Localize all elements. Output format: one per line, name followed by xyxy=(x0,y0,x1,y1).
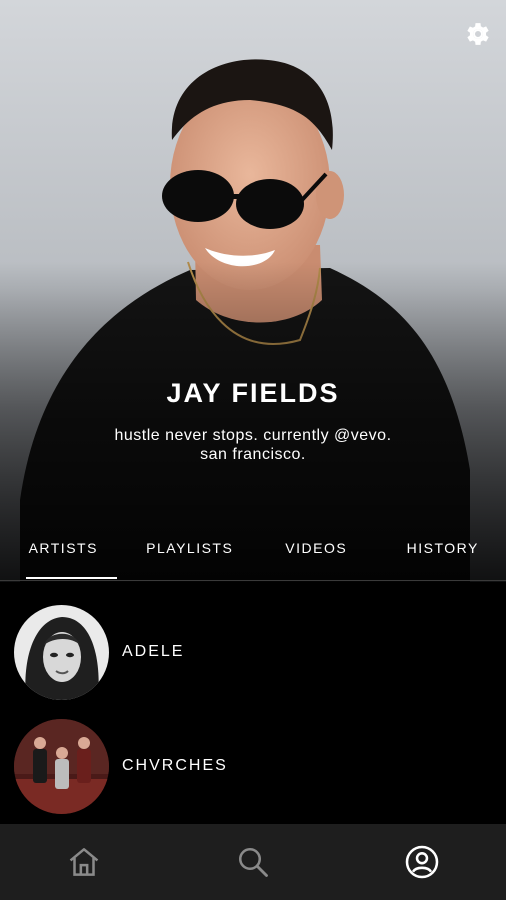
tab-videos[interactable]: VIDEOS xyxy=(253,528,380,582)
chvrches-portrait xyxy=(14,718,109,814)
home-icon xyxy=(70,848,99,876)
artist-list: ADELE CHVRCHES xyxy=(0,582,506,824)
nav-profile-button[interactable] xyxy=(337,824,506,900)
list-item-adele[interactable]: ADELE xyxy=(0,596,506,708)
profile-name: JAY FIELDS xyxy=(166,378,340,408)
profile-tabs: ARTISTS PLAYLISTS VIDEOS HISTORY xyxy=(0,528,506,582)
artist-name: CHVRCHES xyxy=(122,757,228,774)
list-item-chvrches[interactable]: CHVRCHES xyxy=(0,710,506,822)
hero-gradient-overlay xyxy=(0,0,506,582)
adele-portrait xyxy=(14,604,109,700)
bio-line: san francisco. xyxy=(200,446,306,463)
tab-artists[interactable]: ARTISTS xyxy=(0,528,127,582)
tabs-divider xyxy=(0,580,506,581)
bottom-navigation xyxy=(0,824,506,900)
artist-name: ADELE xyxy=(122,643,185,660)
nav-home-button[interactable] xyxy=(0,824,169,900)
profile-icon xyxy=(405,845,438,879)
artist-avatar xyxy=(14,604,109,700)
artist-avatar xyxy=(14,718,109,814)
nav-search-button[interactable] xyxy=(169,824,338,900)
profile-bio: hustle never stops. currently @vevo. san… xyxy=(60,426,446,464)
bio-line: hustle never stops. currently @vevo. xyxy=(114,427,392,444)
search-icon xyxy=(238,847,268,877)
settings-button[interactable] xyxy=(460,16,496,52)
gear-icon xyxy=(467,23,489,45)
profile-header xyxy=(0,0,506,582)
tab-history[interactable]: HISTORY xyxy=(380,528,506,582)
tab-playlists[interactable]: PLAYLISTS xyxy=(127,528,254,582)
